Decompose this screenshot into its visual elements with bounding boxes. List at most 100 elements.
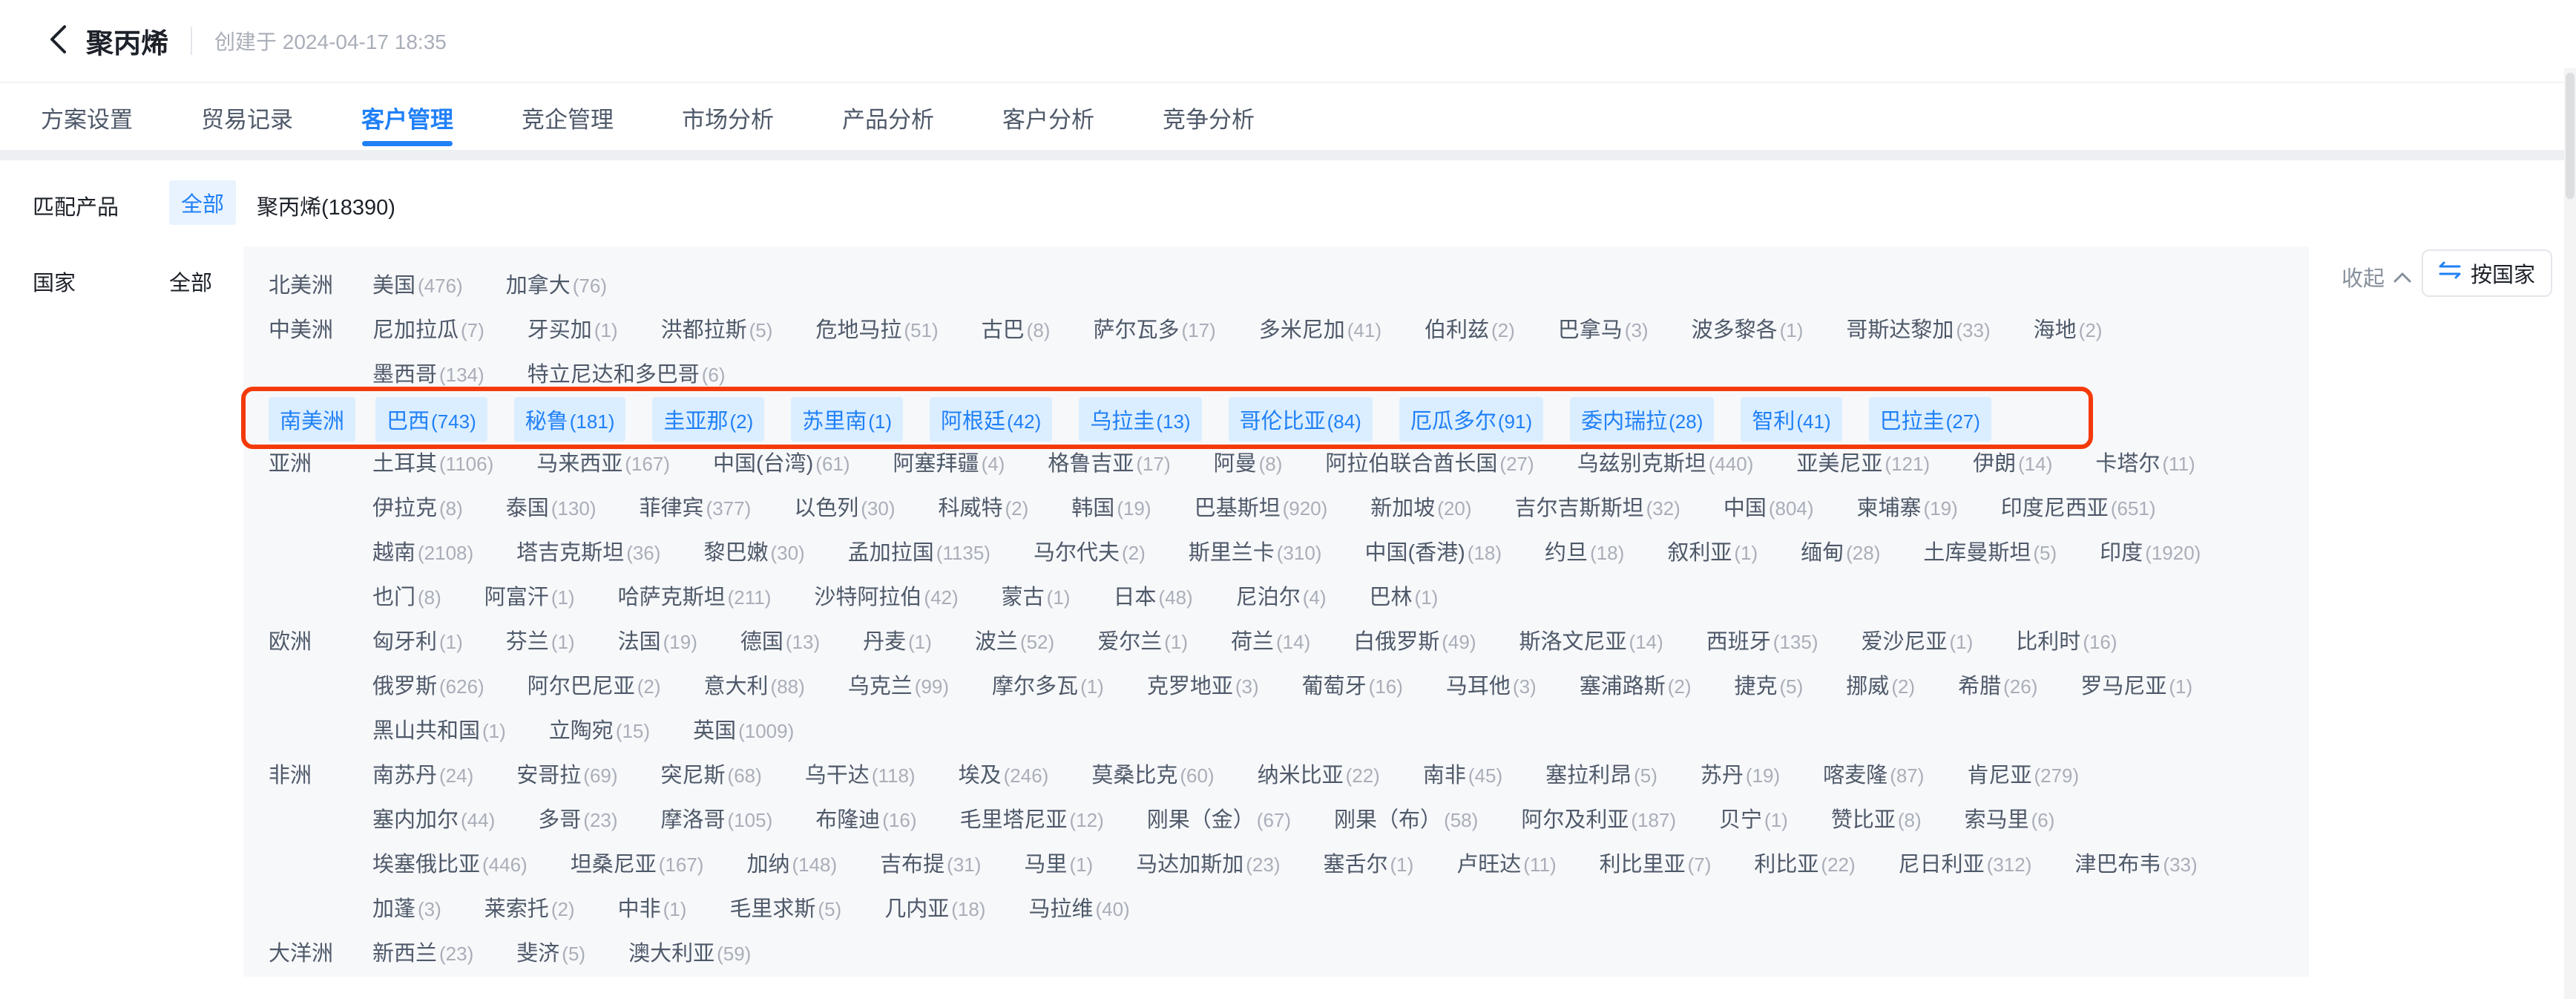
country-item[interactable]: 约旦(18) xyxy=(1545,531,1624,575)
country-item[interactable]: 突尼斯(68) xyxy=(661,753,762,798)
country-item[interactable]: 中国(台湾)(61) xyxy=(713,442,850,486)
country-item[interactable]: 中国(804) xyxy=(1724,486,1814,531)
continent-label-central-america[interactable]: 中美洲 xyxy=(269,308,372,353)
country-item[interactable]: 苏丹(19) xyxy=(1701,753,1780,798)
country-item[interactable]: 尼泊尔(4) xyxy=(1236,575,1327,620)
country-item[interactable]: 哥伦比亚(84) xyxy=(1229,397,1373,442)
country-item[interactable]: 墨西哥(134) xyxy=(372,353,484,397)
country-item[interactable]: 牙买加(1) xyxy=(528,308,618,353)
country-item[interactable]: 叙利亚(1) xyxy=(1667,531,1758,575)
country-item[interactable]: 吉尔吉斯斯坦(32) xyxy=(1515,486,1680,531)
country-filter-all-option[interactable]: 全部 xyxy=(169,266,212,297)
country-item[interactable]: 阿塞拜疆(4) xyxy=(893,442,1005,486)
country-item[interactable]: 意大利(88) xyxy=(704,664,805,709)
country-item[interactable]: 澳大利亚(59) xyxy=(628,931,751,976)
country-item[interactable]: 德国(13) xyxy=(740,620,820,664)
country-item[interactable]: 越南(2108) xyxy=(372,531,473,575)
country-item[interactable]: 日本(48) xyxy=(1113,575,1192,620)
country-item[interactable]: 利比亚(22) xyxy=(1754,842,1855,887)
country-item[interactable]: 新西兰(23) xyxy=(372,931,473,976)
country-item[interactable]: 塔吉克斯坦(36) xyxy=(516,531,660,575)
country-item[interactable]: 法国(19) xyxy=(618,620,697,664)
country-item[interactable]: 伊拉克(8) xyxy=(372,486,463,531)
country-item[interactable]: 格鲁吉亚(17) xyxy=(1048,442,1170,486)
country-item[interactable]: 多米尼加(41) xyxy=(1259,308,1381,353)
country-item[interactable]: 卡塔尔(11) xyxy=(2095,442,2195,486)
country-item[interactable]: 委内瑞拉(28) xyxy=(1570,397,1714,442)
country-item[interactable]: 埃塞俄比亚(446) xyxy=(372,842,528,887)
country-item[interactable]: 立陶宛(15) xyxy=(549,709,650,753)
country-item[interactable]: 巴拿马(3) xyxy=(1558,308,1649,353)
country-item[interactable]: 韩国(19) xyxy=(1071,486,1151,531)
country-item[interactable]: 乌兹别克斯坦(440) xyxy=(1577,442,1754,486)
country-item[interactable]: 毛里求斯(5) xyxy=(729,887,841,931)
country-item[interactable]: 也门(8) xyxy=(372,575,441,620)
country-item[interactable]: 土库曼斯坦(5) xyxy=(1923,531,2057,575)
country-item[interactable]: 爱沙尼亚(1) xyxy=(1862,620,1974,664)
country-item[interactable]: 厄瓜多尔(91) xyxy=(1399,397,1543,442)
country-item[interactable]: 尼加拉瓜(7) xyxy=(372,308,484,353)
country-item[interactable]: 白俄罗斯(49) xyxy=(1353,620,1476,664)
country-item[interactable]: 美国(476) xyxy=(372,263,463,308)
country-item[interactable]: 缅甸(28) xyxy=(1801,531,1880,575)
product-filter-all-option[interactable]: 全部 xyxy=(169,180,236,225)
country-item[interactable]: 科威特(2) xyxy=(939,486,1029,531)
country-item[interactable]: 芬兰(1) xyxy=(506,620,575,664)
country-item[interactable]: 捷克(5) xyxy=(1735,664,1804,709)
country-item[interactable]: 巴西(743) xyxy=(375,397,487,442)
country-item[interactable]: 尼日利亚(312) xyxy=(1899,842,2032,887)
country-item[interactable]: 乌干达(118) xyxy=(805,753,916,798)
country-item[interactable]: 比利时(16) xyxy=(2016,620,2117,664)
country-item[interactable]: 蒙古(1) xyxy=(1002,575,1071,620)
country-item[interactable]: 马拉维(40) xyxy=(1028,887,1129,931)
country-item[interactable]: 纳米比亚(22) xyxy=(1258,753,1380,798)
country-item[interactable]: 莫桑比克(60) xyxy=(1091,753,1214,798)
country-item[interactable]: 阿富汗(1) xyxy=(484,575,575,620)
country-item[interactable]: 以色列(30) xyxy=(794,486,895,531)
country-item[interactable]: 伯利兹(2) xyxy=(1425,308,1515,353)
tab-product-analysis[interactable]: 产品分析 xyxy=(842,85,934,150)
country-item[interactable]: 马里(1) xyxy=(1024,842,1093,887)
country-item[interactable]: 阿拉伯联合酋长国(27) xyxy=(1325,442,1534,486)
country-item[interactable]: 摩尔多瓦(1) xyxy=(992,664,1104,709)
country-item[interactable]: 智利(41) xyxy=(1741,397,1841,442)
country-item[interactable]: 印度(1920) xyxy=(2100,531,2201,575)
country-item[interactable]: 荷兰(14) xyxy=(1231,620,1310,664)
country-item[interactable]: 英国(1009) xyxy=(693,709,794,753)
country-item[interactable]: 葡萄牙(16) xyxy=(1302,664,1403,709)
country-item[interactable]: 哥斯达黎加(33) xyxy=(1846,308,1990,353)
country-item[interactable]: 巴林(1) xyxy=(1370,575,1439,620)
country-item[interactable]: 摩洛哥(105) xyxy=(661,798,773,842)
continent-label-africa[interactable]: 非洲 xyxy=(269,753,372,798)
country-item[interactable]: 肯尼亚(279) xyxy=(1967,753,2079,798)
country-item[interactable]: 津巴布韦(33) xyxy=(2074,842,2197,887)
country-item[interactable]: 毛里塔尼亚(12) xyxy=(960,798,1104,842)
country-item[interactable]: 斯洛文尼亚(14) xyxy=(1519,620,1663,664)
country-item[interactable]: 斐济(5) xyxy=(516,931,585,976)
country-item[interactable]: 乌克兰(99) xyxy=(848,664,949,709)
collapse-button[interactable]: 收起 xyxy=(2342,261,2411,292)
country-item[interactable]: 马尔代夫(2) xyxy=(1034,531,1146,575)
country-item[interactable]: 塞舌尔(1) xyxy=(1323,842,1413,887)
country-item[interactable]: 俄罗斯(626) xyxy=(372,664,484,709)
country-item[interactable]: 贝宁(1) xyxy=(1719,798,1788,842)
country-item[interactable]: 海地(2) xyxy=(2034,308,2103,353)
back-button[interactable] xyxy=(43,26,73,56)
tab-competition-analysis[interactable]: 竞争分析 xyxy=(1163,85,1255,150)
country-item[interactable]: 沙特阿拉伯(42) xyxy=(814,575,958,620)
country-item[interactable]: 波多黎各(1) xyxy=(1692,308,1804,353)
tab-customer-analysis[interactable]: 客户分析 xyxy=(1002,85,1094,150)
country-item[interactable]: 伊朗(14) xyxy=(1973,442,2052,486)
country-item[interactable]: 洪都拉斯(5) xyxy=(661,308,773,353)
country-item[interactable]: 索马里(6) xyxy=(1965,798,2055,842)
country-item[interactable]: 菲律宾(377) xyxy=(640,486,752,531)
country-item[interactable]: 几内亚(18) xyxy=(884,887,985,931)
country-item[interactable]: 丹麦(1) xyxy=(863,620,932,664)
continent-label-asia[interactable]: 亚洲 xyxy=(269,442,372,486)
tab-customer-management[interactable]: 客户管理 xyxy=(361,85,453,150)
country-item[interactable]: 斯里兰卡(310) xyxy=(1189,531,1322,575)
country-item[interactable]: 新加坡(20) xyxy=(1370,486,1471,531)
continent-label-south-america[interactable]: 南美洲 xyxy=(269,397,355,442)
product-filter-product-option[interactable]: 聚丙烯(18390) xyxy=(257,190,395,221)
country-item[interactable]: 安哥拉(69) xyxy=(516,753,617,798)
